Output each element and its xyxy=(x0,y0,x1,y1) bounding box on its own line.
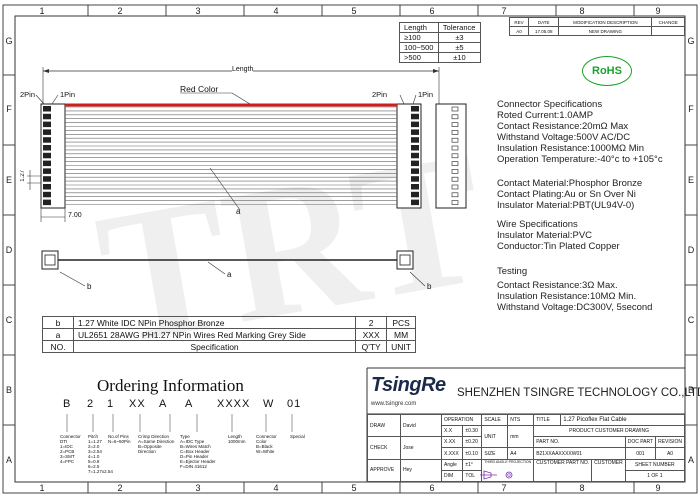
title-block-table: DRAW David OPERATION SCALE NTS TITLE 1.2… xyxy=(367,413,686,483)
tol-xxxx-value: ±0.10 xyxy=(462,447,483,460)
draw-name: David xyxy=(400,413,442,438)
tol-xxx-value: ±0.20 xyxy=(462,436,483,449)
tol-xx-label: X.X xyxy=(440,425,464,438)
company-logo: TsingRe xyxy=(371,374,446,396)
revision-value: A0 xyxy=(655,447,685,460)
angle-label: Angle xyxy=(440,458,464,471)
legend-connector: Connector DTI 1=IDC 2=PCB 3=SMT 4=FPC xyxy=(60,434,81,464)
scale-label: SCALE xyxy=(481,413,509,427)
check-label: CHECK xyxy=(367,436,401,460)
tol-label: TOL xyxy=(462,469,483,483)
product-drawing-label: PRODUCT CUSTOMER DRAWING xyxy=(533,425,685,438)
legend-length: Length 1000mm xyxy=(228,434,246,444)
legend-pins: No.of Pins N=6~50Pin xyxy=(108,434,131,444)
operation-label: OPERATION xyxy=(440,413,483,427)
part-no-value: B21XXAAXXXXW01 xyxy=(533,447,626,460)
tol-xxxx-label: X.XXX xyxy=(440,447,464,460)
approve-name: Hey xyxy=(400,458,442,483)
legend-type: Type A=IDC Type B=Wires Match C=Box Head… xyxy=(180,434,216,469)
customer-part-label: CUSTOMER PART NO. xyxy=(533,458,593,483)
doc-part-label: DOC PART xyxy=(624,436,657,449)
legend-direction: Crimp Direction A=Same Direction B=Oppos… xyxy=(138,434,175,454)
legend-color: Connector Color B=Black W=White xyxy=(256,434,277,454)
customer-label: CUSTOMER xyxy=(591,458,626,483)
check-name: Jose xyxy=(400,436,442,460)
draw-label: DRAW xyxy=(367,413,401,438)
size-label: SIZE xyxy=(481,447,509,460)
drawing-sheet: 1 2 3 4 5 6 7 8 9 1 2 3 4 5 6 7 8 9 G F … xyxy=(0,0,700,498)
dim-label: DIM xyxy=(440,469,464,483)
sheet-label: SHEET NUMBER xyxy=(624,458,686,471)
legend-pitch: Pitch 1=1.27 2=2.0 3=2.54 4=1.0 5=0.8 6=… xyxy=(88,434,113,474)
part-no-label: PART NO. xyxy=(533,436,626,449)
size-value: A4 xyxy=(507,447,535,460)
title-label: TITLE xyxy=(533,413,562,427)
legend-special: Special xyxy=(290,434,305,439)
unit-value: mm xyxy=(507,425,535,449)
angle-value: ±1° xyxy=(462,458,483,471)
doc-part-value: 001 xyxy=(624,447,657,460)
unit-label: UNIT xyxy=(481,425,509,449)
company-name: SHENZHEN TSINGRE TECHNOLOGY CO.,LTD xyxy=(457,387,700,399)
tol-xx-value: ±0.30 xyxy=(462,425,483,438)
sheet-value: 1 OF 1 xyxy=(624,469,686,483)
company-website: www.tsingre.com xyxy=(371,401,417,407)
third-angle-label: THIRD ANGLE PROJECTION xyxy=(481,458,535,483)
title-value: 1.27 Picoflex Flat Cable xyxy=(560,413,685,427)
approve-label: APPROVE xyxy=(367,458,401,483)
scale-value: NTS xyxy=(507,413,535,427)
tol-xxx-label: X.XX xyxy=(440,436,464,449)
revision-label: REVISION xyxy=(655,436,685,449)
